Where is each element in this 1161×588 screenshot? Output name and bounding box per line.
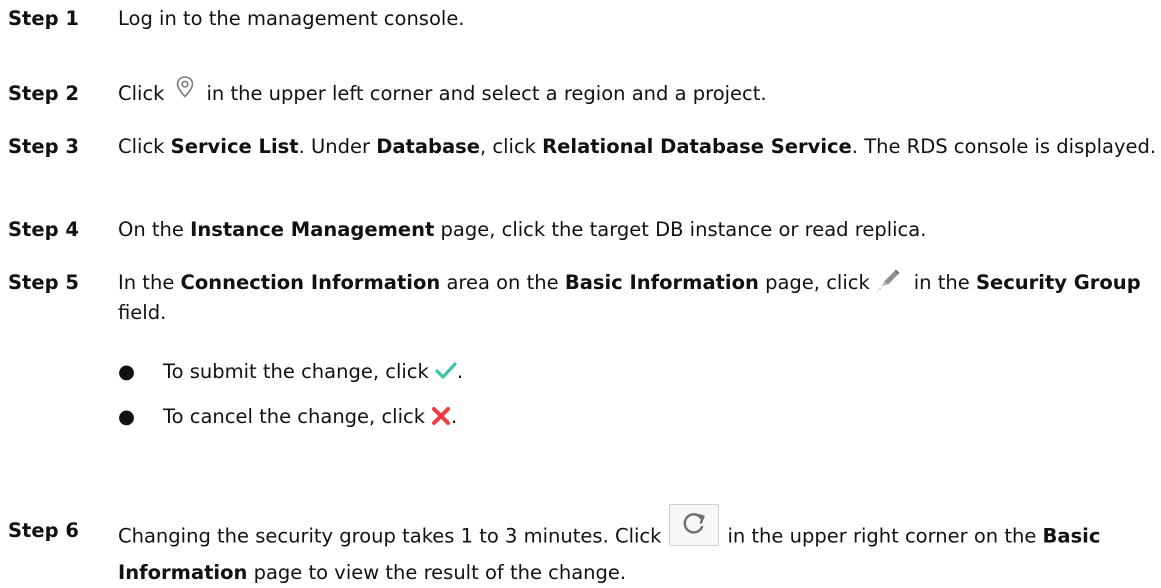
ui-term: Instance Management (190, 218, 435, 241)
ui-term: Relational Database Service (542, 135, 852, 158)
ui-term: Service List (170, 135, 299, 158)
cross-icon (431, 406, 451, 426)
step-label: Step 4 (8, 218, 79, 241)
bullet-text: To submit the change, click . (163, 360, 464, 383)
step-label: Step 2 (8, 82, 79, 105)
checkmark-icon (435, 361, 457, 381)
ui-term: Connection Information (180, 271, 441, 294)
step-text: In the Connection Information area on th… (118, 268, 1158, 328)
list-item-cancel: ● To cancel the change, click . (118, 402, 457, 432)
step-label: Step 6 (8, 519, 79, 542)
bullet-text: To cancel the change, click . (163, 405, 458, 428)
step-text: On the Instance Management page, click t… (118, 218, 927, 241)
ui-term: Basic Information (564, 271, 759, 294)
step-label: Step 5 (8, 271, 79, 294)
step-6: Step 6 Changing the security group takes… (8, 504, 1158, 588)
step-text: Changing the security group takes 1 to 3… (118, 504, 1158, 588)
step-text: Click in the upper left corner and selec… (118, 75, 1158, 109)
refresh-icon (669, 504, 720, 546)
step-4: Step 4 On the Instance Management page, … (8, 215, 1158, 245)
bullet-marker: ● (118, 405, 136, 428)
step-text: Click Service List. Under Database, clic… (118, 135, 1157, 158)
step-label: Step 3 (8, 135, 79, 158)
ui-term: Database (376, 135, 480, 158)
step-3: Step 3 Click Service List. Under Databas… (8, 132, 1158, 162)
step-label: Step 1 (8, 7, 79, 30)
list-item-submit: ● To submit the change, click . (118, 357, 463, 387)
step-1: Step 1 Log in to the management console. (8, 4, 1158, 34)
bullet-marker: ● (118, 360, 136, 383)
pencil-edit-icon (876, 268, 902, 294)
step-2: Step 2 Click in the upper left corner an… (8, 75, 1158, 109)
location-pin-icon (172, 74, 198, 100)
step-5: Step 5 In the Connection Information are… (8, 268, 1158, 328)
ui-term: Security Group (975, 271, 1141, 294)
step-text: Log in to the management console. (118, 7, 465, 30)
